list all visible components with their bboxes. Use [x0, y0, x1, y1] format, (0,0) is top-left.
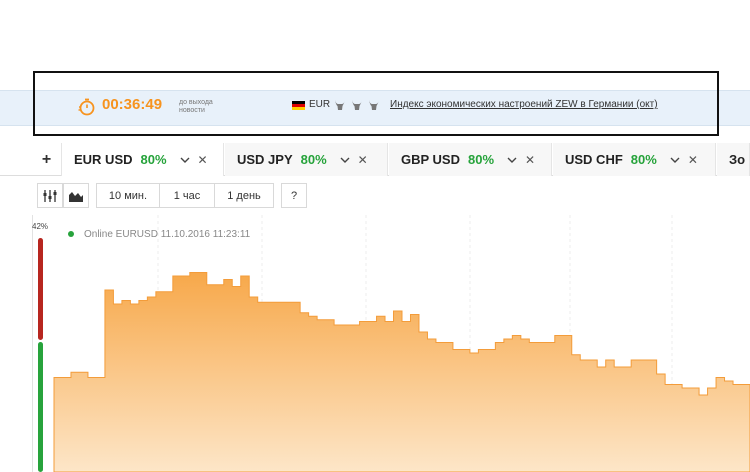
help-button[interactable]: ?	[281, 183, 307, 208]
tab-gold[interactable]: Зо	[717, 143, 750, 176]
tab-payout: 80%	[300, 152, 327, 167]
close-icon[interactable]: ✕	[688, 153, 698, 167]
tab-payout: 80%	[140, 152, 167, 167]
tab-eur-usd[interactable]: EUR USD 80% ✕	[62, 143, 224, 176]
chevron-down-icon[interactable]	[340, 155, 350, 165]
period-10min-button[interactable]: 10 мин.	[96, 183, 160, 208]
price-chart[interactable]	[0, 215, 750, 472]
close-icon[interactable]: ✕	[358, 153, 368, 167]
tab-label: EUR USD	[74, 152, 133, 167]
tab-label: Зо	[729, 152, 746, 167]
tab-payout: 80%	[630, 152, 657, 167]
tab-gbp-usd[interactable]: GBP USD 80% ✕	[389, 143, 552, 176]
chevron-down-icon[interactable]	[670, 155, 680, 165]
chevron-down-icon[interactable]	[180, 155, 190, 165]
indicators-icon	[43, 189, 57, 202]
tab-payout: 80%	[468, 152, 495, 167]
add-tab-button[interactable]: +	[32, 143, 62, 176]
area-chart-icon	[69, 191, 83, 202]
close-icon[interactable]: ✕	[525, 153, 535, 167]
trading-app: 00:36:49 до выхода новости EUR Индекс эк…	[0, 0, 750, 472]
tab-label: USD CHF	[565, 152, 623, 167]
chart-type-button[interactable]	[63, 183, 89, 208]
highlight-frame	[33, 71, 719, 136]
tab-label: GBP USD	[401, 152, 460, 167]
tab-usd-jpy[interactable]: USD JPY 80% ✕	[225, 143, 388, 176]
close-icon[interactable]: ✕	[198, 153, 208, 167]
online-status-dot	[68, 231, 74, 237]
chart-status-text: Online EURUSD 11.10.2016 11:23:11	[84, 229, 251, 240]
period-1day-button[interactable]: 1 день	[214, 183, 274, 208]
indicators-button[interactable]	[37, 183, 63, 208]
tab-label: USD JPY	[237, 152, 293, 167]
tab-usd-chf[interactable]: USD CHF 80% ✕	[553, 143, 716, 176]
period-1hour-button[interactable]: 1 час	[159, 183, 215, 208]
price-area	[53, 272, 750, 472]
asset-tabs: + EUR USD 80% ✕ USD JPY 80% ✕ GBP USD 80…	[0, 143, 750, 176]
chevron-down-icon[interactable]	[507, 155, 517, 165]
